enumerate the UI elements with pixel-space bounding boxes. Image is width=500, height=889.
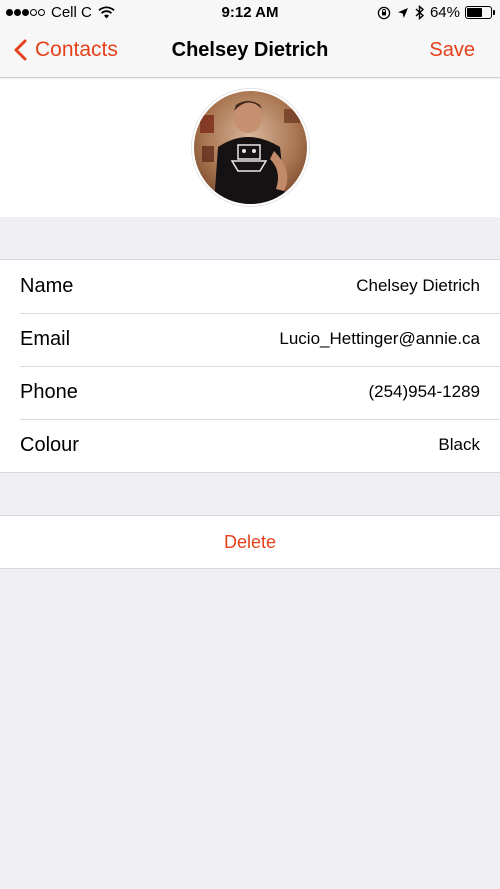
contact-fields-list: Name Chelsey Dietrich Email Lucio_Hettin… — [0, 259, 500, 473]
avatar-photo — [194, 91, 307, 204]
save-button[interactable]: Save — [429, 39, 475, 62]
battery-percentage: 64% — [429, 4, 460, 21]
field-row-phone[interactable]: Phone (254)954-1289 — [0, 366, 500, 419]
battery-icon — [465, 6, 495, 19]
location-arrow-icon — [397, 7, 409, 19]
field-value[interactable]: Lucio_Hettinger@annie.ca — [279, 329, 480, 349]
page-title: Chelsey Dietrich — [171, 39, 329, 61]
field-row-email[interactable]: Email Lucio_Hettinger@annie.ca — [0, 313, 500, 366]
status-bar: Cell C 9:12 AM 64% — [0, 0, 500, 26]
delete-button[interactable]: Delete — [0, 516, 500, 568]
bluetooth-icon — [415, 5, 424, 20]
field-label: Email — [20, 328, 71, 350]
field-row-colour[interactable]: Colour Black — [0, 419, 500, 472]
field-value[interactable]: (254)954-1289 — [368, 382, 480, 402]
field-label: Colour — [20, 434, 79, 456]
avatar-section — [0, 79, 500, 217]
field-label: Phone — [20, 381, 78, 403]
delete-section: Delete — [0, 515, 500, 569]
navigation-bar: Contacts Chelsey Dietrich Save — [0, 26, 500, 78]
battery-nub — [493, 10, 495, 15]
orientation-lock-icon — [377, 6, 391, 20]
avatar[interactable] — [192, 89, 309, 206]
field-value[interactable]: Chelsey Dietrich — [356, 276, 480, 296]
field-label: Name — [20, 275, 74, 297]
field-value[interactable]: Black — [438, 435, 480, 455]
status-right: 64% — [377, 4, 495, 21]
field-row-name[interactable]: Name Chelsey Dietrich — [0, 260, 500, 313]
battery-fill — [467, 8, 482, 17]
